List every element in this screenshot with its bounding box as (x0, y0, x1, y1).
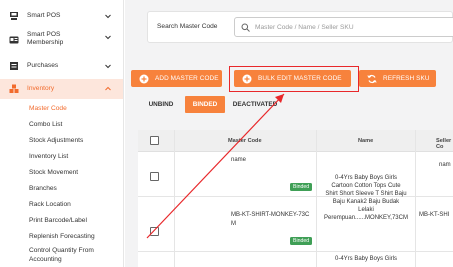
cell-master-code-line2: M (231, 221, 236, 227)
refresh-sku-label: REFRESH SKU (383, 75, 430, 82)
sidebar-item-label: Smart POS (27, 12, 61, 19)
chevron-up-icon (104, 85, 112, 93)
sidebar-item-label-line2: Membership (27, 39, 64, 46)
search-label: Search Master Code (157, 23, 218, 30)
chevron-down-icon (104, 12, 112, 20)
master-code-table: Master Code Name Seller Co name Binded n… (138, 130, 453, 267)
column-header-name: Name (358, 138, 374, 144)
sidebar-subitem-stock-movement[interactable]: Stock Movement (29, 169, 78, 176)
add-master-code-button[interactable]: ADD MASTER CODE (131, 70, 222, 87)
sidebar-subitem-control-quantity[interactable]: Control Quantity From (29, 247, 94, 254)
cell-name-line: Shirt Short Sleeve T Shirt Baju (325, 191, 407, 197)
search-panel: Search Master Code (147, 11, 453, 43)
cell-master-code-line1: MB-KT-SHIRT-MONKEY-73C (231, 212, 310, 218)
tab-deactivated[interactable]: DEACTIVATED (232, 96, 278, 113)
column-header-master-code: Master Code (228, 138, 262, 144)
sidebar-item-label: Inventory (27, 85, 55, 92)
row-checkbox[interactable] (150, 172, 159, 181)
column-divider (174, 130, 175, 267)
column-divider (415, 130, 416, 267)
sidebar-subitem-inventory-list[interactable]: Inventory List (29, 153, 68, 160)
cell-name-line: 0-4Yrs Baby Boys Girls (334, 175, 398, 181)
table-header: Master Code Name Seller Co (138, 130, 453, 152)
sidebar: Smart POS Smart POS Membership Purchases… (0, 0, 124, 267)
sidebar-item-smart-pos-membership[interactable]: Smart POS Membership (0, 28, 123, 50)
tab-binded[interactable]: BINDED (185, 96, 225, 113)
column-divider (316, 130, 317, 267)
status-badge: Binded (290, 237, 313, 245)
search-icon (241, 23, 250, 32)
row-divider (138, 251, 453, 252)
sidebar-subitem-master-code[interactable]: Master Code (29, 105, 67, 112)
status-badge: Binded (290, 183, 313, 191)
sidebar-subitem-rack-location[interactable]: Rack Location (29, 201, 71, 208)
cell-seller-code: nam (439, 162, 451, 168)
column-header-seller-code: Seller Co (436, 138, 452, 150)
inventory-boxes-icon (9, 84, 19, 94)
sidebar-item-smart-pos[interactable]: Smart POS (0, 8, 123, 24)
sidebar-subitem-stock-adjustments[interactable]: Stock Adjustments (29, 137, 83, 144)
chevron-down-icon (104, 62, 112, 70)
membership-card-icon (9, 35, 19, 45)
cell-name-inline: name (231, 157, 247, 163)
purchases-icon (9, 61, 19, 71)
cell-name-line: Cartoon Cotton Tops Cute (331, 183, 401, 189)
search-field[interactable] (234, 17, 453, 37)
cell-name-line: Lelaki (358, 207, 374, 213)
row-checkbox[interactable] (150, 227, 159, 236)
tab-unbind[interactable]: UNBIND (143, 96, 179, 113)
search-input[interactable] (255, 21, 453, 34)
sidebar-subitem-accounting[interactable]: Accounting (29, 256, 62, 263)
sidebar-item-purchases[interactable]: Purchases (0, 58, 123, 74)
cell-name-line: Perempuan......MONKEY,73CM (324, 215, 408, 221)
plus-circle-icon (139, 74, 149, 84)
cell-seller-code: MB-KT-SHI (419, 212, 450, 218)
sidebar-subitem-replenish-forecasting[interactable]: Replenish Forecasting (29, 233, 95, 240)
refresh-icon (367, 74, 377, 84)
sidebar-subitem-print-barcode[interactable]: Print Barcode/Label (29, 217, 87, 224)
cell-name-line: 0-4Yrs Baby Boys Girls (334, 256, 398, 262)
chevron-down-icon (104, 33, 112, 41)
sidebar-item-label-line1: Smart POS (27, 31, 61, 38)
add-master-code-label: ADD MASTER CODE (155, 75, 219, 82)
highlight-annotation-box (229, 66, 359, 92)
select-all-checkbox[interactable] (150, 136, 159, 145)
sidebar-subitem-combo-list[interactable]: Combo List (29, 121, 62, 128)
cell-name-line: Baju Kanak2 Baju Budak (332, 199, 400, 205)
sidebar-subitem-branches[interactable]: Branches (29, 185, 57, 192)
sidebar-item-label: Purchases (27, 62, 59, 69)
sidebar-item-inventory[interactable]: Inventory (0, 79, 123, 99)
pos-terminal-icon (9, 11, 19, 21)
refresh-sku-button[interactable]: REFRESH SKU (359, 70, 436, 87)
